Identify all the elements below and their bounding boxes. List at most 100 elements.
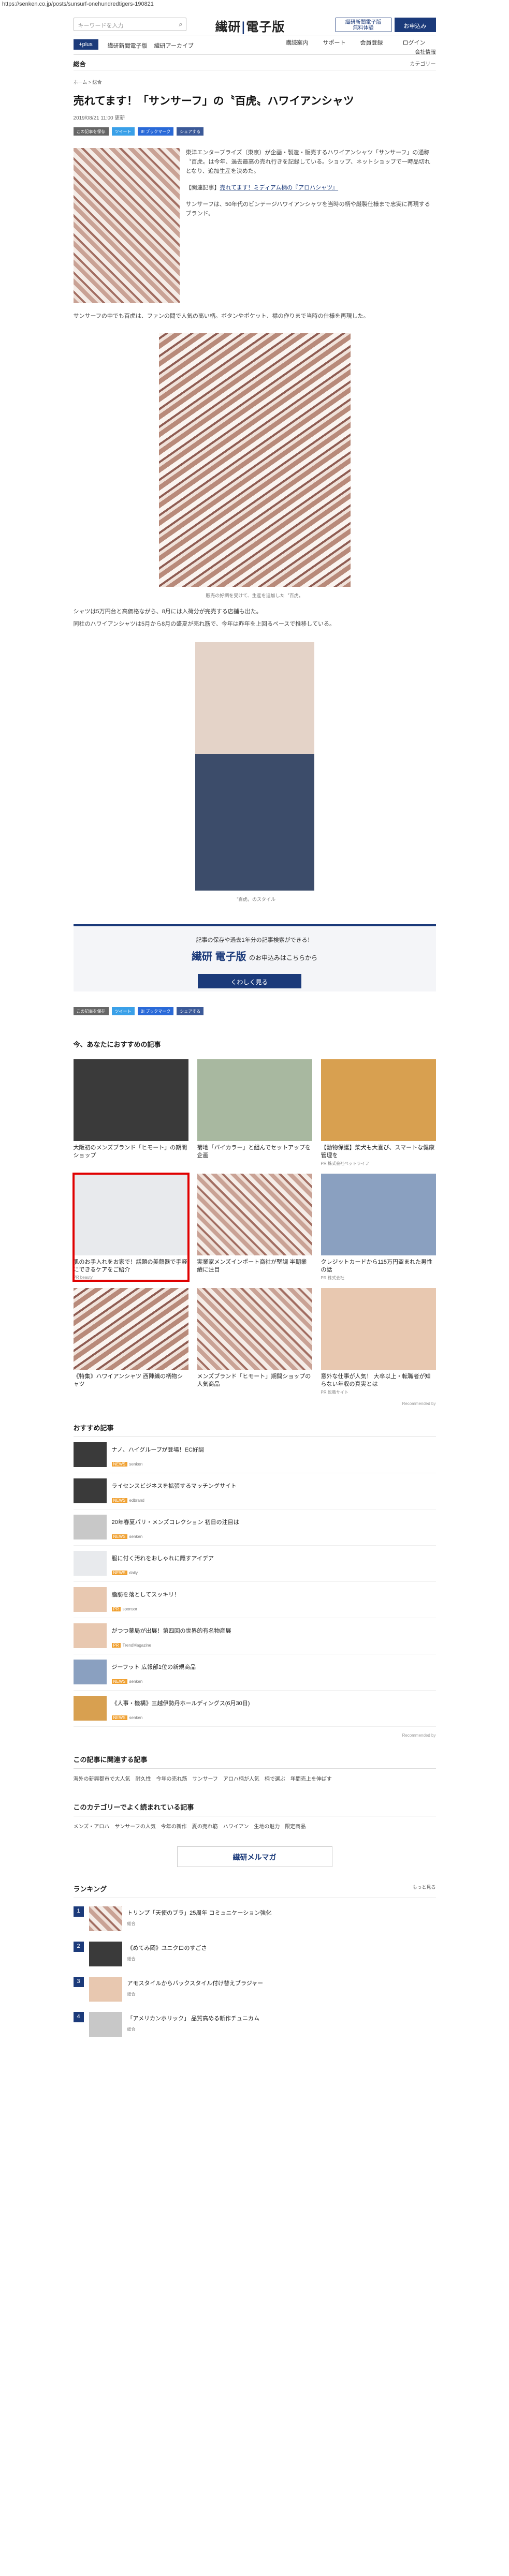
promo-logo: 繊研 電子版 のお申込みはこちらから — [74, 948, 436, 963]
body-paragraph-2: シャツは5万円台と高価格ながら、8月には入荷分が完売する店舗も出た。 — [73, 609, 262, 615]
related-heading: この記事に関連する記事 — [73, 1754, 436, 1769]
ranking-item[interactable]: 2 《めてみ岡》ユニクロのすごさ 総合 — [73, 1942, 436, 1968]
recommend-card-highlighted[interactable]: 肌のお手入れをお家で！話題の美顔器で手軽にできるケアをご紹介 PR beauty — [72, 1173, 190, 1282]
rank-thumb — [89, 1906, 122, 1931]
facebook-share-button-bottom[interactable]: シェアする — [177, 1007, 204, 1015]
source-badge: NEWS — [111, 1679, 127, 1684]
category-link[interactable]: メンズ・アロハ — [74, 1824, 110, 1830]
source-name: senken — [129, 1679, 143, 1684]
digital-trial-button[interactable]: 繊研新聞電子版 無料体験 — [335, 18, 391, 32]
rank-title: 「アメリカンホリック」 品質高める新作チュニカム — [127, 2016, 260, 2022]
recommend-card[interactable]: 意外な仕事が人気！ 大卒以上・転職者が知らない年収の真実とは PR 転職サイト — [321, 1288, 436, 1395]
recommend-card[interactable]: 【動物保護】柴犬も大喜び、スマートな健康管理を PR 株式会社ペットライフ — [321, 1059, 436, 1166]
facebook-share-button[interactable]: シェアする — [177, 127, 204, 136]
related-link[interactable]: アロハ柄が人気 — [223, 1776, 259, 1782]
mail-magazine-banner[interactable]: 繊研メルマガ — [177, 1846, 332, 1867]
nav-register[interactable]: 会員登録 — [360, 38, 383, 47]
site-header: キーワードを入力 ⌕ 繊研|電子版 繊研新聞電子版 無料体験 お申込み — [73, 9, 436, 36]
tweet-button[interactable]: ツイート — [111, 127, 135, 136]
ranking-item[interactable]: 3 アモスタイルからバックスタイル付け替えブラジャー 総合 — [73, 1977, 436, 2004]
nav-archive[interactable]: 繊研アーカイブ — [154, 41, 194, 50]
list-item[interactable]: がつつ薬局が出展！第四回の世界的有名物産展 PR TrendMagazine — [73, 1623, 436, 1654]
source-name: senken — [129, 1715, 143, 1720]
source-badge: NEWS — [111, 1534, 127, 1539]
search-icon[interactable]: ⌕ — [179, 20, 182, 28]
category-link[interactable]: サンサーフの人気 — [114, 1824, 155, 1830]
related-link[interactable]: 年間売上を伸ばす — [290, 1776, 332, 1782]
recommend-footer[interactable]: Recommended by — [74, 1401, 436, 1406]
item-source: PR TrendMagazine — [111, 1643, 231, 1648]
logo-edition: 電子版 — [246, 19, 285, 34]
list-item[interactable]: 脂肪を落としてスッキリ！ PR sponsor — [73, 1587, 436, 1618]
site-logo[interactable]: 繊研|電子版 — [215, 17, 285, 35]
tweet-button-bottom[interactable]: ツイート — [111, 1007, 135, 1015]
category-link[interactable]: 夏の売れ筋 — [192, 1824, 218, 1830]
related-link[interactable]: サンサーフ — [193, 1776, 218, 1782]
rank-number: 2 — [73, 1942, 84, 1952]
recommend-card[interactable]: 《特集》ハワイアンシャツ 西陣織の柄物シャツ — [73, 1288, 188, 1395]
lead-text: 東洋エンタープライズ（東京）が企画・製造・販売するハワイアンシャツ「サンサーフ」… — [186, 148, 436, 303]
plus-button[interactable]: +plus — [73, 39, 98, 50]
card-sponsor: PR beauty — [73, 1275, 93, 1280]
hatena-button[interactable]: B! ブックマーク — [137, 127, 174, 136]
item-thumb — [73, 1660, 107, 1684]
nav-support[interactable]: サポート — [323, 38, 346, 47]
ranking-more-link[interactable]: もっと見る — [412, 1884, 435, 1893]
card-image — [321, 1174, 436, 1255]
ranking-item[interactable]: 1 トリンプ「天使のブラ」25周年 コミュニケーション強化 総合 — [73, 1906, 436, 1933]
item-thumb — [73, 1478, 107, 1503]
promo-detail-button[interactable]: くわしく見る — [197, 974, 301, 988]
related-link[interactable]: 耐久性 — [136, 1776, 151, 1782]
nav-login[interactable]: ログイン — [403, 38, 426, 47]
osusume-footer[interactable]: Recommended by — [74, 1733, 436, 1738]
list-item[interactable]: 服に付く汚れをおしゃれに隠すアイデア NEWS daily — [73, 1551, 436, 1582]
card-title: 意外な仕事が人気！ 大卒以上・転職者が知らない年収の真実とは — [321, 1373, 431, 1387]
related-link[interactable]: 今年の売れ筋 — [156, 1776, 187, 1782]
osusume-list: ナノ、ハイグループが登場！EC好調 NEWS senken ライセンスビジネスを拡張… — [73, 1442, 436, 1727]
ranking-title: ランキング — [73, 1885, 107, 1893]
recommend-grid: 大阪初のメンズブランド「ヒモート」の期間ショップ 菊地「バイカラー」と組んでセッ… — [72, 1059, 436, 1395]
subscribe-button[interactable]: お申込み — [394, 18, 436, 32]
related-link[interactable]: 海外の新興都市で大人気 — [74, 1776, 130, 1782]
digital-trial-sub: 無料体験 — [353, 25, 374, 31]
recommend-card[interactable]: クレジットカードから115万円盗まれた男性の話 PR 株式会社 — [321, 1174, 436, 1281]
related-link[interactable]: 柄で選ぶ — [265, 1776, 285, 1782]
hatena-button-bottom[interactable]: B! ブックマーク — [137, 1007, 174, 1015]
list-item[interactable]: ライセンスビジネスを拡張するマッチングサイト NEWS edbrand — [73, 1478, 436, 1509]
recommend-card[interactable]: 菊地「バイカラー」と組んでセットアップを企画 — [197, 1059, 312, 1166]
shirt-hanger-photo — [158, 333, 351, 587]
list-item[interactable]: 《人事・機構》三越伊勢丹ホールディングス(6月30日) NEWS senken — [73, 1696, 436, 1727]
category-link[interactable]: 今年の新作 — [161, 1824, 187, 1830]
search-input[interactable]: キーワードを入力 ⌕ — [73, 18, 186, 31]
save-button[interactable]: この記事を保存 — [73, 127, 109, 136]
nav-company[interactable]: 会社情報 — [415, 48, 436, 55]
category-link[interactable]: 生地の魅力 — [254, 1824, 280, 1830]
nav-subscribe[interactable]: 購読案内 — [286, 38, 309, 47]
nav-digital[interactable]: 繊研新聞電子版 — [108, 41, 148, 50]
list-item[interactable]: ジーフット 広報部1位の新規商品 NEWS senken — [73, 1660, 436, 1691]
recommend-card[interactable]: 大阪初のメンズブランド「ヒモート」の期間ショップ — [73, 1059, 188, 1166]
category-link[interactable]: ハワイアン — [223, 1824, 249, 1830]
rank-category: 総合 — [127, 2027, 136, 2032]
list-item[interactable]: 20年春夏パリ・メンズコレクション 初日の注目は NEWS senken — [73, 1515, 436, 1546]
source-badge: NEWS — [111, 1571, 127, 1575]
item-thumb — [73, 1623, 107, 1648]
breadcrumb[interactable]: ホーム > 総合 — [74, 79, 436, 85]
source-badge: PR — [111, 1607, 121, 1611]
related-article-link[interactable]: 売れてます！ミディアム柄の『アロハシャツ』 — [220, 185, 339, 191]
item-thumb — [73, 1587, 107, 1612]
item-title: 服に付く汚れをおしゃれに隠すアイデア — [111, 1556, 214, 1562]
item-title: ライセンスビジネスを拡張するマッチングサイト — [111, 1483, 237, 1489]
rank-category: 総合 — [127, 1957, 136, 1961]
item-title: がつつ薬局が出展！第四回の世界的有名物産展 — [111, 1628, 231, 1634]
address-bar[interactable]: https://senken.co.jp/posts/sunsurf-onehu… — [0, 0, 509, 9]
list-item[interactable]: ナノ、ハイグループが登場！EC好調 NEWS senken — [73, 1442, 436, 1473]
ranking-item[interactable]: 4 「アメリカンホリック」 品質高める新作チュニカム 総合 — [73, 2012, 436, 2039]
category-link[interactable]: 限定商品 — [285, 1824, 306, 1830]
recommend-card[interactable]: メンズブランド「ヒモート」期間ショップの人気商品 — [197, 1288, 312, 1395]
recommend-card[interactable]: 実業家メンズインポート商社が堅調 半期業績に注目 — [197, 1174, 312, 1281]
rank-title: アモスタイルからバックスタイル付け替えブラジャー — [127, 1980, 264, 1987]
category-dropdown[interactable]: カテゴリー — [410, 60, 436, 67]
save-button-bottom[interactable]: この記事を保存 — [73, 1007, 109, 1015]
card-image — [197, 1174, 312, 1255]
